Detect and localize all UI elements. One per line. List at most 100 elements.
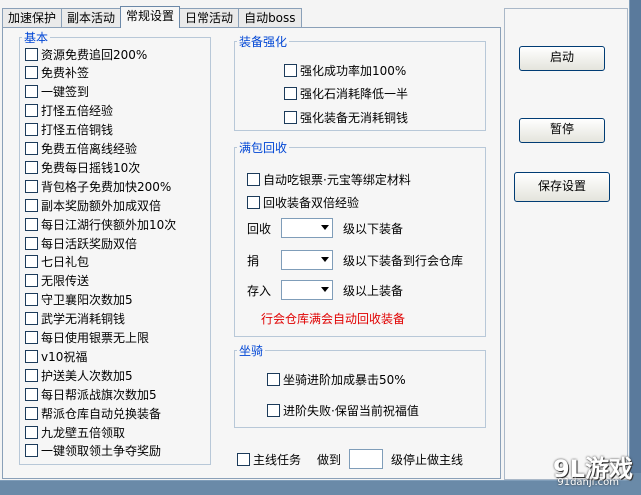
checkbox[interactable] [25,123,38,137]
checkbox[interactable] [25,349,38,363]
basic-option-item[interactable]: 七日礼包 [25,254,89,270]
tab-general-settings[interactable]: 常规设置 [120,6,181,28]
basic-option-item[interactable]: 副本奖励额外加成双倍 [25,197,161,213]
basic-option-label: 帮派仓库自动兑换装备 [41,406,162,421]
mainline-level-input[interactable] [349,449,384,469]
basic-option-label: 每日帮派战旗次数加5 [41,387,157,402]
basic-option-item[interactable]: 免费每日摇钱10次 [25,159,140,175]
bag-option-double-exp[interactable]: 回收装备双倍经验 [247,194,359,210]
checkbox[interactable] [25,179,38,193]
basic-legend: 基本 [24,31,49,45]
bag-group: 满包回收 [234,139,486,337]
start-button[interactable]: 启动 [519,46,605,71]
basic-option-item[interactable]: 九龙壁五倍领取 [25,424,125,440]
basic-option-item[interactable]: 每日帮派战旗次数加5 [25,386,157,402]
checkbox[interactable] [25,160,38,174]
store-row: 存入 级以上装备 [247,280,403,300]
checkbox[interactable] [25,312,38,326]
basic-option-label: 守卫襄阳次数加5 [41,293,133,308]
recycle-level-select[interactable] [281,218,333,238]
checkbox[interactable] [284,63,297,77]
basic-option-item[interactable]: 打怪五倍铜钱 [25,122,113,138]
basic-option-item[interactable]: 一键领取领土争夺奖励 [25,443,161,459]
checkbox[interactable] [25,66,38,80]
basic-option-label: 一键领取领土争夺奖励 [41,444,162,459]
basic-option-item[interactable]: 打怪五倍经验 [25,103,113,119]
basic-option-item[interactable]: 免费五倍离线经验 [25,141,137,157]
basic-option-item[interactable]: v10祝福 [25,348,87,364]
checkbox[interactable] [25,85,38,99]
checkbox[interactable] [267,403,280,417]
tab-daily-activity[interactable]: 日常活动 [179,8,240,28]
basic-option-label: 免费每日摇钱10次 [41,160,141,175]
checkbox[interactable] [25,368,38,382]
equip-option-stone-cost[interactable]: 强化石消耗降低一半 [284,85,408,101]
basic-option-label: 九龙壁五倍领取 [41,425,126,440]
basic-option-item[interactable]: 帮派仓库自动兑换装备 [25,405,161,421]
checkbox[interactable] [25,142,38,155]
equip-option-success-rate[interactable]: 强化成功率加100% [284,62,406,78]
checkbox[interactable] [25,104,38,118]
basic-option-item[interactable]: 免费补签 [25,65,89,81]
mount-legend: 坐骑 [239,344,264,358]
checkbox[interactable] [25,331,38,344]
checkbox[interactable] [25,255,38,269]
basic-option-item[interactable]: 背包格子免费加快200% [25,178,171,194]
tab-dungeon-activity[interactable]: 副本活动 [61,8,122,28]
tab-speed-protect[interactable]: 加速保护 [2,8,63,28]
checkbox[interactable] [247,195,260,209]
basic-option-item[interactable]: 资源免费追回200% [25,46,147,62]
donate-row: 捐 级以下装备到行会仓库 [247,250,463,270]
pause-button[interactable]: 暂停 [519,118,605,143]
basic-option-label: v10祝福 [41,349,88,364]
tab-auto-boss[interactable]: 自动boss [238,8,302,28]
checkbox[interactable] [25,198,38,212]
basic-option-item[interactable]: 每日江湖行侠额外加10次 [25,216,176,232]
basic-option-item[interactable]: 守卫襄阳次数加5 [25,292,133,308]
basic-option-item[interactable]: 武学无消耗铜钱 [25,311,125,327]
settings-window: 加速保护 副本活动 常规设置 日常活动 自动boss 基本 装备强化 强化成功率… [0,0,630,481]
checkbox[interactable] [25,387,38,401]
basic-option-item[interactable]: 一键签到 [25,84,89,100]
basic-option-label: 一键签到 [41,85,90,100]
guild-warehouse-note: 行会仓库满会自动回收装备 [261,312,406,326]
checkbox[interactable] [237,452,250,466]
mainline-checkbox[interactable]: 主线任务 [237,451,301,467]
basic-option-item[interactable]: 每日使用银票无上限 [25,330,149,346]
basic-option-label: 无限传送 [41,274,90,289]
checkbox[interactable] [267,372,280,386]
basic-option-item[interactable]: 无限传送 [25,273,89,289]
checkbox[interactable] [284,110,297,124]
checkbox[interactable] [25,236,38,250]
checkbox[interactable] [25,425,38,439]
mount-option-crit[interactable]: 坐骑进阶加成暴击50% [267,371,406,387]
equip-option-no-copper[interactable]: 强化装备无消耗铜钱 [284,109,408,125]
mount-option-keep-bless[interactable]: 进阶失败·保留当前祝福值 [267,402,419,418]
basic-option-label: 资源免费追回200% [41,47,148,62]
checkbox[interactable] [25,444,38,458]
basic-option-item[interactable]: 护送美人次数加5 [25,367,133,383]
equip-legend: 装备强化 [239,35,288,49]
checkbox[interactable] [25,274,38,288]
bag-option-auto-eat[interactable]: 自动吃银票·元宝等绑定材料 [247,171,411,187]
donate-level-select[interactable] [281,250,333,270]
watermark-url: 91danji.com [557,477,619,488]
save-settings-button[interactable]: 保存设置 [514,172,610,202]
recycle-row: 回收 级以下装备 [247,218,403,238]
basic-option-label: 打怪五倍经验 [41,104,114,119]
basic-option-label: 护送美人次数加5 [41,368,133,383]
checkbox[interactable] [247,172,260,186]
basic-option-label: 七日礼包 [41,255,90,270]
checkbox[interactable] [25,406,38,420]
checkbox[interactable] [284,86,297,100]
checkbox[interactable] [25,217,38,231]
basic-option-item[interactable]: 每日活跃奖励双倍 [25,235,137,251]
store-level-select[interactable] [281,280,333,300]
basic-option-label: 武学无消耗铜钱 [41,312,126,327]
general-settings-panel: 基本 装备强化 强化成功率加100% 强化石消耗降低一半 强化装备无消耗铜钱 满… [2,27,501,479]
basic-option-label: 背包格子免费加快200% [41,179,172,194]
checkbox[interactable] [25,293,38,307]
checkbox[interactable] [25,47,38,61]
site-watermark: 9L游戏 91danji.com [531,449,635,491]
chevron-down-icon [321,287,329,292]
